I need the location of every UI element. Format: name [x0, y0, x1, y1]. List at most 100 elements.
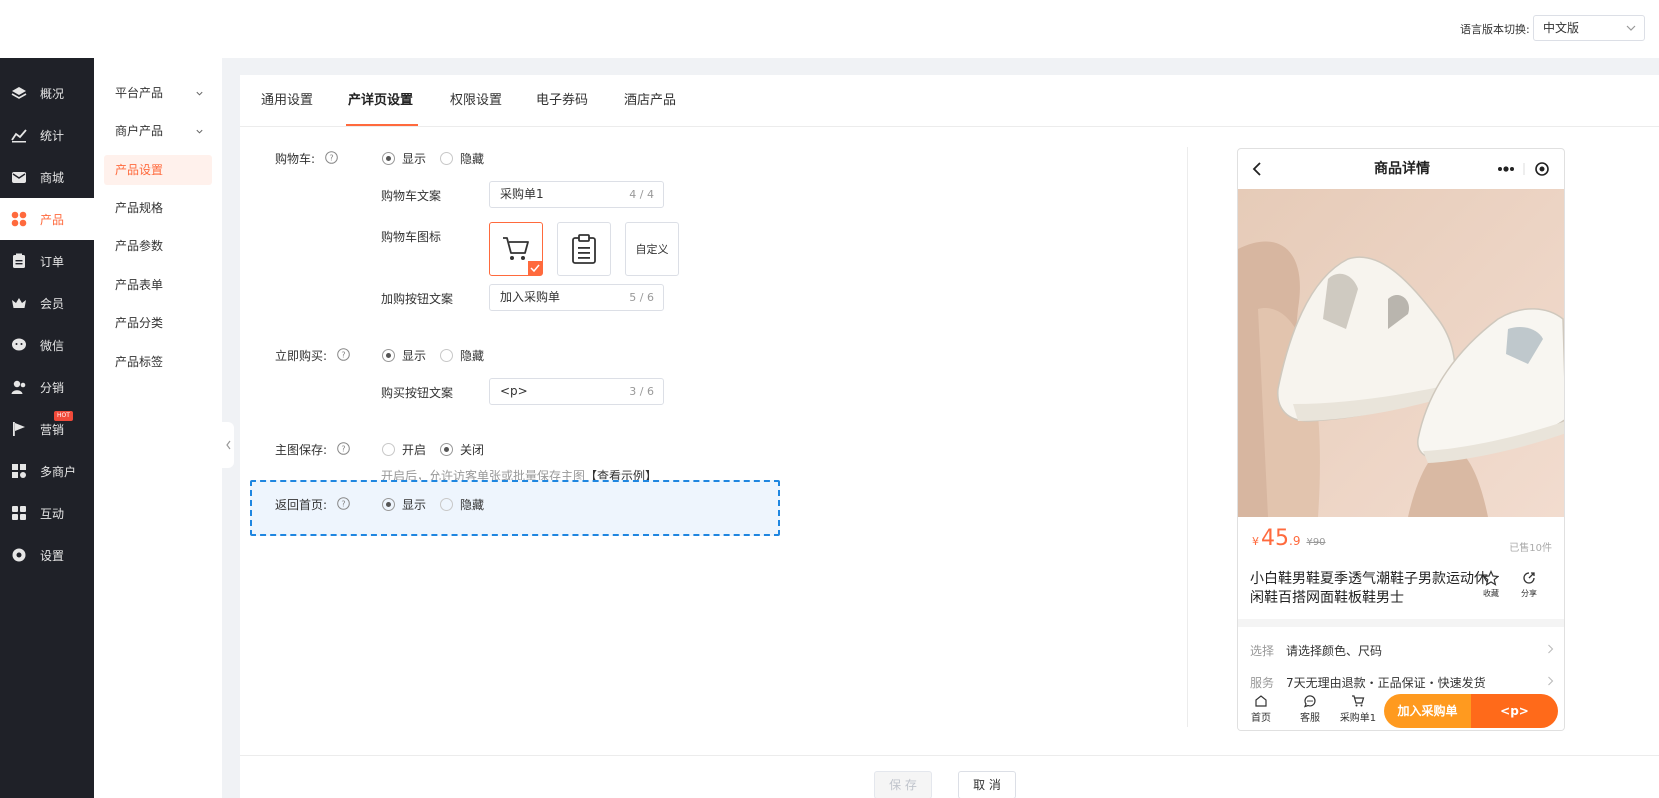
gear-icon — [12, 548, 26, 562]
language-value: 中文版 — [1543, 21, 1580, 35]
nav-item-settings[interactable]: 设置 — [0, 534, 94, 576]
nav-label: 产品 — [40, 212, 65, 227]
clipboard-list-icon — [572, 234, 596, 264]
nav-item-members[interactable]: 会员 — [0, 282, 94, 324]
bar-home[interactable]: 首页 — [1241, 694, 1281, 724]
nav-item-wechat[interactable]: 微信 — [0, 324, 94, 366]
save-button[interactable]: 保 存 — [874, 771, 932, 798]
nav-label: 商城 — [40, 170, 65, 185]
home-icon — [1255, 695, 1267, 707]
subnav-product-forms[interactable]: 产品表单 — [94, 270, 222, 300]
mobile-preview: 商品详情 ¥ 45 .9 ¥90 已售10件 小白鞋男鞋夏季透气潮鞋子男款运动休… — [1237, 148, 1565, 731]
share-action[interactable]: 分享 — [1514, 570, 1544, 599]
nav-item-overview[interactable]: 概况 — [0, 72, 94, 114]
subnav-product-specs[interactable]: 产品规格 — [94, 193, 222, 223]
help-icon[interactable]: ? — [325, 151, 338, 164]
price-currency: ¥ — [1252, 535, 1259, 548]
nav-label: 微信 — [40, 338, 65, 353]
tab-bar: 通用设置 产详页设置 权限设置 电子券码 酒店产品 — [240, 75, 1659, 127]
buy-now-show-radio[interactable]: 显示 — [382, 347, 426, 364]
nav-label: 统计 — [40, 128, 65, 143]
chevron-down-icon — [1626, 25, 1636, 31]
chart-icon — [11, 129, 27, 143]
img-save-on-radio[interactable]: 开启 — [382, 441, 426, 458]
subnav-label: 产品规格 — [115, 201, 164, 215]
hot-badge: HOT — [54, 411, 73, 421]
img-save-label: 主图保存: — [275, 443, 328, 457]
language-label: 语言版本切换: — [1460, 23, 1530, 36]
char-count: 5 / 6 — [629, 291, 654, 304]
subnav-product-params[interactable]: 产品参数 — [94, 231, 222, 261]
subnav-platform-products[interactable]: 平台产品 — [94, 78, 222, 108]
help-icon[interactable]: ? — [337, 497, 350, 510]
cancel-button[interactable]: 取 消 — [958, 771, 1016, 798]
chat-icon — [1303, 695, 1316, 708]
buy-btn-text-label: 购买按钮文案 — [381, 386, 454, 400]
img-save-off-radio[interactable]: 关闭 — [440, 441, 484, 458]
return-home-show-radio[interactable]: 显示 — [382, 496, 426, 513]
nav-item-interaction[interactable]: 互动 — [0, 492, 94, 534]
list-icon-option[interactable] — [557, 222, 611, 276]
cart-text-label: 购物车文案 — [381, 189, 442, 203]
buy-btn-text-input[interactable]: <p> 3 / 6 — [489, 378, 664, 405]
nav-item-products[interactable]: 产品 — [0, 198, 94, 240]
row-value: 7天无理由退款・正品保证・快速发货 — [1286, 676, 1486, 690]
cart-icon-option[interactable] — [489, 222, 543, 276]
add-btn-text-label: 加购按钮文案 — [381, 292, 454, 306]
subnav-label: 产品分类 — [115, 316, 164, 330]
subnav-label: 产品参数 — [115, 239, 164, 253]
subnav-label: 商户产品 — [115, 124, 164, 138]
selected-check-icon — [528, 261, 542, 275]
custom-icon-option[interactable]: 自定义 — [625, 222, 679, 276]
nav-item-orders[interactable]: 订单 — [0, 240, 94, 282]
return-home-row-selection — [250, 480, 780, 536]
top-bar: 语言版本切换: 中文版 — [0, 0, 1659, 58]
subnav-product-categories[interactable]: 产品分类 — [94, 308, 222, 338]
radio-dot — [440, 152, 453, 165]
buy-now-hide-radio[interactable]: 隐藏 — [440, 347, 484, 364]
nav-item-mall[interactable]: 商城 — [0, 156, 94, 198]
cart-text-input[interactable]: 采购单1 4 / 4 — [489, 181, 664, 208]
nav-label: 分销 — [40, 380, 65, 395]
subnav-label: 平台产品 — [115, 86, 164, 100]
tab-permissions[interactable]: 权限设置 — [450, 75, 502, 127]
buy-now-button[interactable]: <p> — [1471, 694, 1558, 728]
cart-hide-radio[interactable]: 隐藏 — [440, 150, 484, 167]
row-value: 请选择颜色、尺码 — [1286, 644, 1383, 658]
order-icon — [13, 253, 25, 268]
bar-service[interactable]: 客服 — [1290, 694, 1330, 724]
cart-show-radio[interactable]: 显示 — [382, 150, 426, 167]
tab-detail-page[interactable]: 产详页设置 — [348, 75, 413, 127]
cart-label: 购物车: — [275, 152, 316, 166]
capsule-menu-icon[interactable] — [1486, 157, 1558, 181]
help-icon[interactable]: ? — [337, 348, 350, 361]
subnav-product-tags[interactable]: 产品标签 — [94, 347, 222, 377]
tab-general[interactable]: 通用设置 — [261, 75, 313, 127]
input-value: <p> — [500, 384, 528, 398]
nav-item-distribution[interactable]: 分销 — [0, 366, 94, 408]
back-arrow-icon[interactable] — [1250, 161, 1264, 177]
return-home-hide-radio[interactable]: 隐藏 — [440, 496, 484, 513]
nav-item-marketing[interactable]: 营销 HOT — [0, 408, 94, 450]
tab-e-coupons[interactable]: 电子券码 — [536, 75, 588, 127]
help-icon[interactable]: ? — [337, 442, 350, 455]
chevron-left-icon — [225, 440, 230, 450]
bar-cart[interactable]: 采购单1 — [1338, 694, 1378, 724]
bar-label: 客服 — [1300, 713, 1320, 724]
sneakers-photo — [1238, 189, 1564, 517]
favorite-action[interactable]: 收藏 — [1476, 570, 1506, 599]
price-integer: 45 — [1261, 526, 1289, 551]
add-to-cart-button[interactable]: 加入采购单 — [1384, 694, 1471, 728]
add-btn-text-input[interactable]: 加入采购单 5 / 6 — [489, 284, 664, 311]
subnav-product-settings[interactable]: 产品设置 — [104, 155, 212, 185]
language-select[interactable]: 中文版 — [1533, 15, 1645, 41]
nav-item-stats[interactable]: 统计 — [0, 114, 94, 156]
collapse-sidebar-button[interactable] — [222, 422, 234, 468]
nav-item-multi-merchant[interactable]: 多商户 — [0, 450, 94, 492]
subnav-label: 产品设置 — [115, 163, 164, 177]
nav-label: 营销 — [40, 422, 65, 437]
tab-hotel-products[interactable]: 酒店产品 — [624, 75, 676, 127]
select-spec-row[interactable]: 选择 请选择颜色、尺码 — [1250, 642, 1554, 659]
subnav-merchant-products[interactable]: 商户产品 — [94, 116, 222, 146]
radio-dot — [440, 349, 453, 362]
